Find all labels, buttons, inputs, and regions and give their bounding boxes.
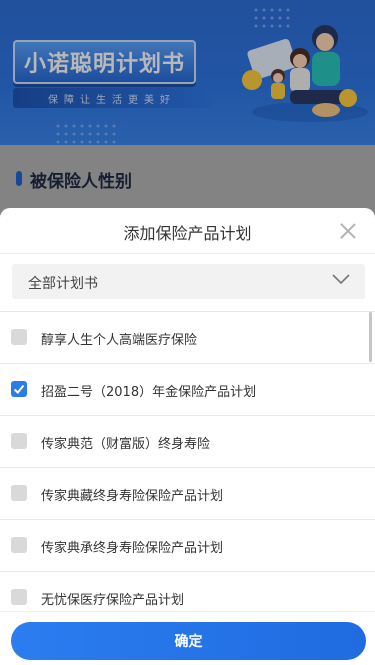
checkbox-checked[interactable] [11, 381, 27, 397]
close-icon[interactable] [339, 222, 357, 240]
chevron-down-icon [332, 274, 350, 285]
list-item[interactable]: 招盈二号（2018）年金保险产品计划 [0, 364, 375, 416]
checkbox-unchecked[interactable] [11, 485, 27, 501]
list-item[interactable]: 醇享人生个人高端医疗保险 [0, 312, 375, 364]
list-item-label: 传家典承终身寿险保险产品计划 [41, 541, 224, 556]
checkbox-unchecked[interactable] [11, 329, 27, 345]
add-plan-sheet: 添加保险产品计划 全部计划书 醇享人生个人高端医疗保险 招盈二号（2018）年金… [0, 208, 375, 665]
plan-filter-select[interactable]: 全部计划书 [12, 264, 365, 299]
list-item[interactable]: 传家典范（财富版）终身寿险 [0, 416, 375, 468]
confirm-button[interactable]: 确定 [11, 622, 366, 660]
plan-list: 醇享人生个人高端医疗保险 招盈二号（2018）年金保险产品计划 传家典范（财富版… [0, 312, 375, 624]
list-item-label: 醇享人生个人高端医疗保险 [41, 333, 198, 348]
checkbox-unchecked[interactable] [11, 589, 27, 605]
scrollbar[interactable] [369, 312, 372, 362]
list-item-label: 传家典范（财富版）终身寿险 [41, 437, 211, 452]
plan-filter-value: 全部计划书 [28, 276, 98, 292]
list-item[interactable]: 传家典承终身寿险保险产品计划 [0, 520, 375, 572]
list-item-label: 传家典藏终身寿险保险产品计划 [41, 489, 224, 504]
check-icon [13, 384, 25, 394]
checkbox-unchecked[interactable] [11, 433, 27, 449]
sheet-title: 添加保险产品计划 [123, 224, 252, 243]
sheet-footer: 确定 [0, 611, 375, 665]
checkbox-unchecked[interactable] [11, 537, 27, 553]
list-item-label: 无忧保医疗保险产品计划 [41, 593, 185, 608]
list-item[interactable]: 传家典藏终身寿险保险产品计划 [0, 468, 375, 520]
sheet-header: 添加保险产品计划 [0, 208, 375, 254]
list-item-label: 招盈二号（2018）年金保险产品计划 [41, 385, 257, 400]
